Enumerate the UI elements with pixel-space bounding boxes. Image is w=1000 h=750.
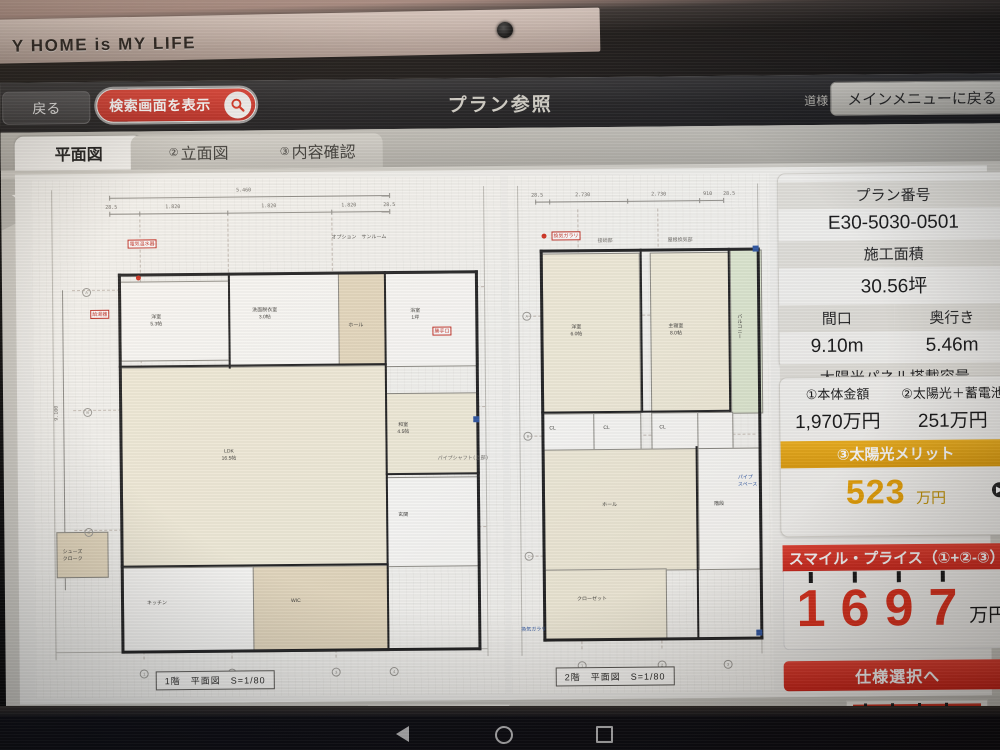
price-card: ①本体金額 1,970万円 ②太陽光＋蓄電池 251万円 ③太陽光メリット 52… xyxy=(778,375,1000,538)
base-price-column: ①本体金額 1,970万円 xyxy=(780,383,895,434)
plan-number-value: E30-5030-0501 xyxy=(827,211,960,234)
square-recents-icon[interactable] xyxy=(596,726,613,743)
floor-plan-2f-drawing: 28.5 2.730 2.730 910 28.5 洋室 6.0帖 主寝室 8.0帖 xyxy=(506,173,774,694)
solar-price-column: ②太陽光＋蓄電池 251万円 xyxy=(895,382,1000,433)
solar-merit-row: 523 万円 ▶ xyxy=(781,472,1000,513)
frontage-depth-labels: 間口 奥行き xyxy=(779,303,1000,333)
floor-area-value: 30.56坪 xyxy=(860,275,928,298)
floor-area-label: 施工面積 xyxy=(778,239,1000,269)
solar-merit-value: 523 xyxy=(845,473,906,512)
plan-spec-card: プラン番号 E30-5030-0501 施工面積 30.56坪 間口 奥行き 9… xyxy=(776,171,1000,416)
triangle-back-icon[interactable] xyxy=(396,726,409,742)
tab-floor-plan[interactable]: 平面図 xyxy=(14,135,143,171)
floor-plan-1f[interactable]: 5.460 28.5 1.820 1.820 1.820 28.5 9.100 xyxy=(30,175,506,699)
solar-merit-label: ③太陽光メリット xyxy=(780,439,1000,469)
wall-banner-text: Y HOME is MY LIFE xyxy=(11,33,197,56)
smile-price-unit: 万円 xyxy=(969,604,1000,627)
tab-elevation[interactable]: ② 立面図 xyxy=(130,134,267,170)
application-window: 戻る 検索画面を表示 プラン参照 道様 メインメニューに戻る 平面図 ② 立面図… xyxy=(0,73,1000,750)
smile-digit-1: 1 xyxy=(789,580,833,638)
tab-confirm-label: 内容確認 xyxy=(291,144,356,163)
camera-dot-icon xyxy=(497,22,513,38)
floor-plan-2f[interactable]: 28.5 2.730 2.730 910 28.5 洋室 6.0帖 主寝室 8.0帖 xyxy=(506,173,774,694)
smile-digit-4: 7 xyxy=(921,579,965,637)
base-price-value: 1,970万円 xyxy=(794,411,881,434)
smile-price-digits: 1 6 9 7 万円 xyxy=(789,579,1000,639)
tab-confirm-number: ③ xyxy=(279,145,290,158)
smile-price-box: 1 6 9 7 万円 xyxy=(782,569,1000,651)
tab-confirm[interactable]: ③ 内容確認 xyxy=(252,133,383,169)
tab-floor-plan-label: 平面図 xyxy=(54,146,103,165)
select-spec-button[interactable]: 仕様選択へ xyxy=(783,659,1000,692)
solar-merit-unit: 万円 xyxy=(916,489,947,508)
plan-number-label: プラン番号 xyxy=(778,180,1000,210)
circle-home-icon[interactable] xyxy=(495,726,513,744)
smile-price-label: スマイル・プライス（①+②-③） xyxy=(782,543,1000,573)
floor-plan-2f-caption: 2階 平面図 S=1/80 xyxy=(555,666,675,687)
solar-price-value: 251万円 xyxy=(917,410,988,433)
depth-label: 奥行き xyxy=(894,303,1000,332)
base-price-label: ①本体金額 xyxy=(805,386,870,403)
tab-elevation-label: 立面図 xyxy=(180,145,229,164)
user-label: 道様 xyxy=(804,93,829,109)
smile-digit-3: 9 xyxy=(877,579,921,637)
frontage-depth-values: 9.10m 5.46m xyxy=(779,330,1000,364)
frontage-value: 9.10m xyxy=(810,335,864,358)
tab-elevation-number: ② xyxy=(168,146,179,159)
smile-digit-2: 6 xyxy=(833,580,877,638)
floor-plan-1f-drawing: 5.460 28.5 1.820 1.820 1.820 28.5 9.100 xyxy=(30,175,506,699)
main-menu-button[interactable]: メインメニューに戻る xyxy=(830,80,1000,116)
device-bezel-top: Y HOME is MY LIFE xyxy=(0,0,1000,82)
price-columns: ①本体金額 1,970万円 ②太陽光＋蓄電池 251万円 xyxy=(780,382,1000,434)
floor-plan-1f-caption: 1階 平面図 S=1/80 xyxy=(155,670,275,691)
depth-value: 5.46m xyxy=(925,334,979,356)
info-icon[interactable]: ▶ xyxy=(991,482,1000,498)
plan-content-area: 5.460 28.5 1.820 1.820 1.820 28.5 9.100 xyxy=(14,165,1000,705)
solar-price-label: ②太陽光＋蓄電池 xyxy=(901,385,1000,402)
plan-info-panel: プラン番号 E30-5030-0501 施工面積 30.56坪 間口 奥行き 9… xyxy=(776,171,1000,692)
device-photo: Y HOME is MY LIFE 戻る 検索画面を表示 プラン参照 道様 メイ… xyxy=(0,0,1000,750)
frontage-label: 間口 xyxy=(779,304,895,333)
